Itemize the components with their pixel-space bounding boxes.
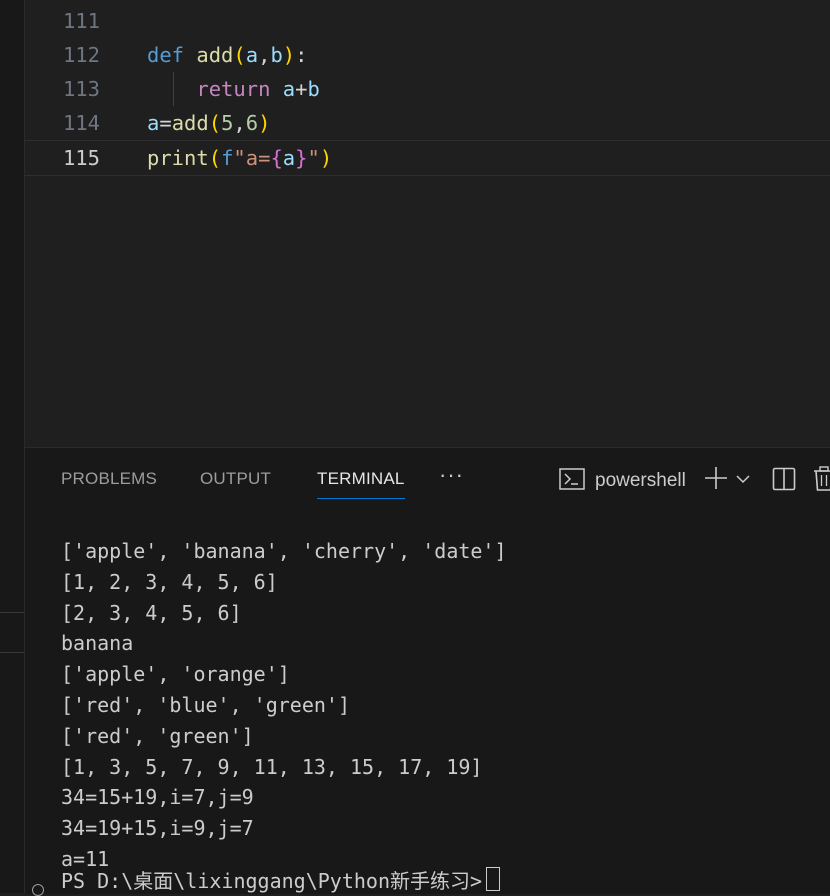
sidebar-divider <box>0 612 24 613</box>
sidebar-divider <box>0 652 24 653</box>
terminal-line: [2, 3, 4, 5, 6] <box>61 600 242 625</box>
command-status-dot-icon <box>32 884 44 896</box>
code-token: f <box>221 146 234 170</box>
code-token: : <box>295 43 308 67</box>
code-token: return <box>196 77 271 101</box>
tab-problems[interactable]: PROBLEMS <box>61 469 157 489</box>
code-line[interactable]: 113 return a+b <box>25 72 830 106</box>
split-icon[interactable] <box>772 467 796 491</box>
line-code: print(f"a={a}") <box>147 141 332 175</box>
terminal-prompt[interactable]: PS D:\桌面\lixinggang\Python新手练习> <box>61 866 501 896</box>
code-token: a <box>147 111 160 135</box>
terminal-line: ['apple', 'orange'] <box>61 662 290 687</box>
line-number: 115 <box>62 146 100 170</box>
prompt-text: PS D:\桌面\lixinggang\Python新手练习> <box>61 869 483 893</box>
terminal-cursor <box>486 867 501 891</box>
terminal-line: ['red', 'green'] <box>61 723 254 748</box>
code-token: ) <box>319 146 333 170</box>
code-token: 5 <box>221 111 234 135</box>
line-code: a=add(5,6) <box>147 106 270 140</box>
line-number: 112 <box>62 43 100 67</box>
code-token: add <box>171 111 209 135</box>
line-number: 114 <box>62 111 100 135</box>
line-number: 111 <box>62 9 100 33</box>
shell-name-label[interactable]: powershell <box>595 470 686 492</box>
line-number: 113 <box>62 77 100 101</box>
code-token: a <box>282 146 296 170</box>
code-token: ) <box>258 111 271 135</box>
more-actions-button[interactable]: ··· <box>439 462 464 488</box>
code-line[interactable]: 112 def add(a,b): <box>25 38 830 72</box>
bottom-panel: PROBLEMS OUTPUT TERMINAL ··· powershell <box>25 447 830 896</box>
line-code: return a+b <box>147 72 320 106</box>
code-line[interactable]: 115 print(f"a={a}") <box>25 140 830 176</box>
code-token: , <box>233 111 246 135</box>
code-token: add <box>196 43 234 67</box>
code-token: ( <box>233 43 246 67</box>
code-line[interactable]: 114 a=add(5,6) <box>25 106 830 140</box>
code-token: " <box>307 146 320 170</box>
code-token: b <box>270 43 283 67</box>
code-token: = <box>159 111 172 135</box>
activity-bar-edge <box>0 0 25 893</box>
code-token: { <box>270 146 283 170</box>
code-token: a <box>245 43 259 67</box>
code-token: ( <box>208 111 222 135</box>
plus-icon[interactable] <box>703 465 729 491</box>
tab-terminal[interactable]: TERMINAL <box>317 469 405 499</box>
tab-output[interactable]: OUTPUT <box>200 469 271 489</box>
panel-tab-bar: PROBLEMS OUTPUT TERMINAL ··· powershell <box>25 448 830 512</box>
code-token: ) <box>282 43 296 67</box>
code-token: "a= <box>233 146 271 170</box>
terminal-line: ['red', 'blue', 'green'] <box>61 692 350 717</box>
terminal-line: 34=15+19,i=7,j=9 <box>61 785 254 810</box>
terminal-line: [1, 3, 5, 7, 9, 11, 13, 15, 17, 19] <box>61 754 483 779</box>
code-line[interactable]: 111 <box>25 4 830 38</box>
code-token: b <box>307 77 320 101</box>
terminal-icon[interactable] <box>559 468 585 490</box>
chevron-down-icon[interactable] <box>736 472 750 484</box>
line-code: def add(a,b): <box>147 38 307 72</box>
trash-icon[interactable] <box>813 466 830 492</box>
code-editor[interactable]: 111 112 def add(a,b): 113 return a+b 114 a=ad… <box>25 0 830 447</box>
terminal-line: ['apple', 'banana', 'cherry', 'date'] <box>61 539 507 563</box>
terminal-line: banana <box>61 631 134 656</box>
code-token: a <box>282 77 296 101</box>
code-token: print <box>147 146 209 170</box>
terminal-line: [1, 2, 3, 4, 5, 6] <box>61 569 278 594</box>
code-token: , <box>258 43 271 67</box>
code-token: 6 <box>245 111 259 135</box>
code-token: + <box>295 77 308 101</box>
terminal-output[interactable]: ['apple', 'banana', 'cherry', 'date'] [1,… <box>61 536 830 875</box>
code-token: } <box>295 146 308 170</box>
terminal-line: 34=19+15,i=9,j=7 <box>61 816 254 841</box>
code-token: def <box>147 43 185 67</box>
code-token: ( <box>208 146 222 170</box>
